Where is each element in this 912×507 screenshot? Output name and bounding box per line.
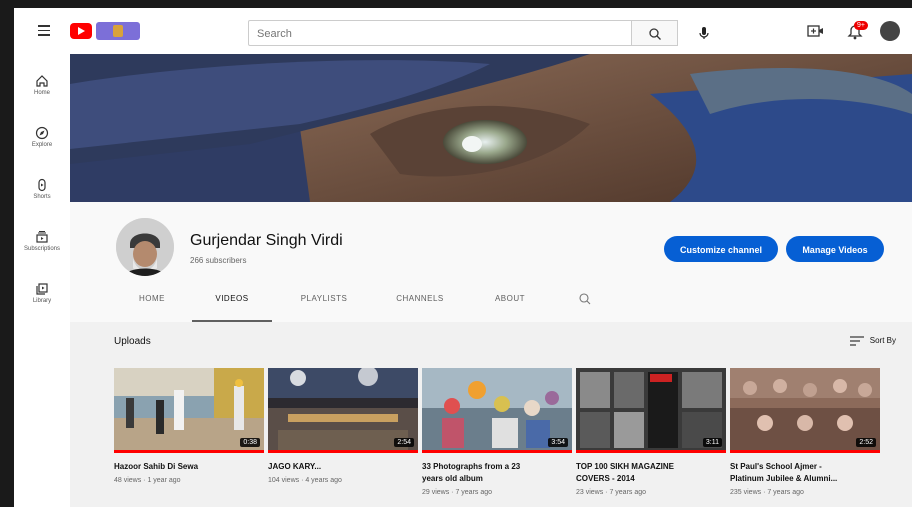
banner-image	[70, 54, 912, 202]
video-title[interactable]: JAGO KARY...	[268, 461, 418, 473]
sidebar-item-label: Home	[33, 90, 50, 96]
video-card[interactable]: 3:54 33 Photographs from a 23 years old a…	[422, 368, 572, 496]
video-meta: 48 views · 1 year ago	[114, 477, 181, 484]
top-bar: 9+	[14, 8, 912, 54]
sort-icon	[849, 336, 864, 346]
video-card[interactable]: 2:54 JAGO KARY... 104 views · 4 years ag…	[268, 368, 418, 484]
subscriber-count: 266 subscribers	[190, 256, 247, 265]
video-meta: 29 views · 7 years ago	[422, 489, 493, 496]
video-camera-plus-icon	[807, 25, 823, 37]
sidebar-item-label: Library	[32, 298, 52, 304]
video-thumbnail[interactable]: 2:54	[268, 368, 418, 453]
channel-header: Gurjendar Singh Virdi 266 subscribers Cu…	[70, 202, 912, 323]
sidebar-item-label: Explore	[31, 142, 53, 148]
sidebar-item-library[interactable]: Library	[14, 274, 70, 318]
notifications-button[interactable]: 9+	[844, 21, 868, 41]
shorts-icon	[38, 178, 46, 192]
video-duration: 0:38	[240, 438, 260, 447]
video-thumbnail[interactable]: 3:11	[576, 368, 726, 453]
customize-channel-button[interactable]: Customize channel	[664, 236, 778, 262]
tab-videos[interactable]: VIDEOS	[192, 288, 272, 323]
hamburger-menu-icon[interactable]	[38, 25, 50, 36]
video-duration: 3:11	[702, 438, 722, 447]
sidebar: Home Explore Shorts Subscriptions Librar…	[14, 54, 70, 507]
home-icon	[36, 75, 48, 87]
video-duration: 3:54	[548, 438, 568, 447]
video-thumbnail[interactable]: 3:54	[422, 368, 572, 453]
video-card[interactable]: 2:52 St Paul's School Ajmer - Platinum Ju…	[730, 368, 880, 496]
channel-avatar[interactable]	[116, 218, 174, 276]
channel-tabs: HOME VIDEOS PLAYLISTS CHANNELS ABOUT	[70, 288, 912, 323]
uploads-section: Uploads Sort By 0:38 Hazoor Sahib Di Sew…	[70, 322, 912, 507]
video-title[interactable]: St Paul's School Ajmer - Platinum Jubilee…	[730, 461, 880, 485]
video-thumbnail[interactable]: 2:52	[730, 368, 880, 453]
compass-icon	[35, 126, 49, 140]
tab-about[interactable]: ABOUT	[480, 288, 540, 320]
manage-videos-button[interactable]: Manage Videos	[786, 236, 884, 262]
search-box	[248, 20, 632, 46]
channel-banner	[70, 54, 912, 202]
sidebar-item-home[interactable]: Home	[14, 66, 70, 110]
tab-home[interactable]: HOME	[122, 288, 182, 320]
sort-by-label: Sort By	[869, 336, 896, 346]
account-avatar[interactable]	[880, 21, 900, 41]
watch-progress-bar	[422, 450, 572, 453]
watch-progress-bar	[730, 450, 880, 453]
sort-by-button[interactable]: Sort By	[849, 336, 896, 346]
video-meta: 23 views · 7 years ago	[576, 489, 647, 496]
video-title[interactable]: TOP 100 SIKH MAGAZINE COVERS - 2014	[576, 461, 726, 485]
search-icon	[579, 293, 591, 305]
tab-playlists[interactable]: PLAYLISTS	[284, 288, 364, 320]
sidebar-item-label: Subscriptions	[23, 246, 61, 252]
video-meta: 104 views · 4 years ago	[268, 477, 342, 484]
watch-progress-bar	[268, 450, 418, 453]
youtube-window: 9+ Home Explore Shorts Subscriptions Lib…	[14, 8, 912, 507]
video-title[interactable]: Hazoor Sahib Di Sewa	[114, 461, 264, 473]
video-duration: 2:54	[394, 438, 414, 447]
channel-search-button[interactable]	[578, 292, 592, 311]
section-title: Uploads	[114, 336, 151, 347]
create-video-button[interactable]	[806, 22, 826, 40]
video-card[interactable]: 0:38 Hazoor Sahib Di Sewa 48 views · 1 y…	[114, 368, 264, 484]
tab-channels[interactable]: CHANNELS	[380, 288, 460, 320]
video-thumbnail[interactable]: 0:38	[114, 368, 264, 453]
watch-progress-bar	[576, 450, 726, 453]
search-icon	[649, 28, 661, 40]
sidebar-item-label: Shorts	[33, 194, 51, 200]
subscriptions-icon	[36, 231, 48, 243]
youtube-doodle-logo[interactable]	[96, 22, 140, 40]
microphone-icon	[699, 27, 709, 39]
video-duration: 2:52	[856, 438, 876, 447]
watch-progress-bar	[114, 450, 264, 453]
sidebar-item-subscriptions[interactable]: Subscriptions	[14, 222, 70, 266]
channel-name: Gurjendar Singh Virdi	[190, 232, 343, 249]
sidebar-item-shorts[interactable]: Shorts	[14, 170, 70, 214]
video-title[interactable]: 33 Photographs from a 23 years old album	[422, 461, 572, 485]
sidebar-item-explore[interactable]: Explore	[14, 118, 70, 162]
voice-search-button[interactable]	[692, 21, 716, 45]
search-input[interactable]	[255, 22, 619, 46]
youtube-logo[interactable]	[70, 23, 92, 39]
library-icon	[36, 283, 48, 295]
notification-badge: 9+	[854, 21, 868, 30]
video-meta: 235 views · 7 years ago	[730, 489, 804, 496]
search-button[interactable]	[632, 20, 678, 46]
video-card[interactable]: 3:11 TOP 100 SIKH MAGAZINE COVERS - 2014 …	[576, 368, 726, 496]
